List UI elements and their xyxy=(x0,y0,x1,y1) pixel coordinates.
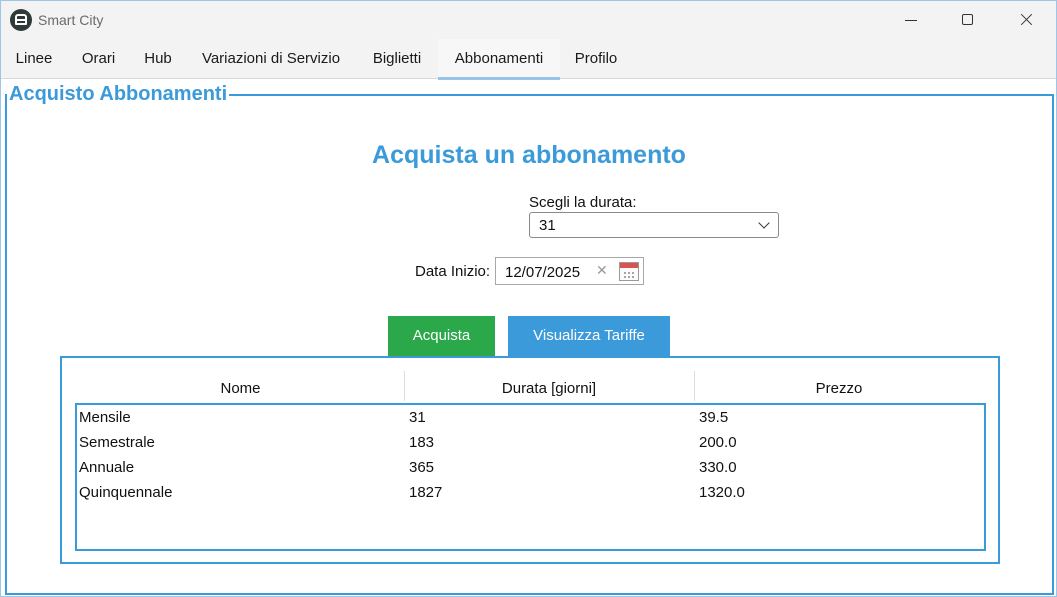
tab-abbonamenti[interactable]: Abbonamenti xyxy=(438,39,560,80)
cell-nome: Quinquennale xyxy=(79,484,173,501)
start-date-value: 12/07/2025 xyxy=(505,264,581,281)
tab-orari[interactable]: Orari xyxy=(67,39,130,79)
clear-date-icon[interactable]: ✕ xyxy=(596,262,608,279)
tab-linee[interactable]: Linee xyxy=(1,39,67,79)
view-rates-button[interactable]: Visualizza Tariffe xyxy=(508,316,670,356)
maximize-icon xyxy=(962,14,973,25)
cell-durata: 365 xyxy=(409,459,435,476)
cell-nome: Annuale xyxy=(79,459,135,476)
cell-prezzo: 330.0 xyxy=(699,459,737,476)
rates-table: Nome Durata [giorni] Prezzo Mensile 31 3… xyxy=(60,356,1000,564)
tab-variazioni-di-servizio[interactable]: Variazioni di Servizio xyxy=(186,39,356,79)
tab-profilo[interactable]: Profilo xyxy=(560,39,632,79)
buy-button[interactable]: Acquista xyxy=(388,316,495,356)
column-header-durata[interactable]: Durata [giorni] xyxy=(404,380,694,397)
close-button[interactable] xyxy=(1002,1,1048,39)
table-row[interactable]: Quinquennale 1827 1320.0 xyxy=(77,480,984,505)
page-heading: Acquista un abbonamento xyxy=(372,141,686,169)
app-window: Smart City Linee Orari Hub Variazioni di… xyxy=(0,0,1057,597)
column-header-prezzo[interactable]: Prezzo xyxy=(694,380,984,397)
window-title: Smart City xyxy=(38,12,104,28)
chevron-down-icon xyxy=(758,217,770,229)
duration-label: Scegli la durata: xyxy=(529,194,637,211)
panel-legend: Acquisto Abbonamenti xyxy=(7,83,230,106)
column-header-nome[interactable]: Nome xyxy=(77,380,404,397)
table-row[interactable]: Semestrale 183 200.0 xyxy=(77,430,984,455)
table-body: Mensile 31 39.5 Semestrale 183 200.0 Ann… xyxy=(75,403,986,551)
cell-prezzo: 1320.0 xyxy=(699,484,745,501)
table-row[interactable]: Annuale 365 330.0 xyxy=(77,455,984,480)
cell-durata: 31 xyxy=(409,409,426,426)
title-bar: Smart City xyxy=(1,1,1056,39)
duration-select[interactable]: 31 xyxy=(529,212,779,238)
minimize-icon xyxy=(905,20,917,21)
duration-select-value: 31 xyxy=(539,217,556,234)
tab-bar: Linee Orari Hub Variazioni di Servizio B… xyxy=(1,39,1056,80)
cell-prezzo: 39.5 xyxy=(699,409,729,426)
table-row[interactable]: Mensile 31 39.5 xyxy=(77,405,984,430)
cell-nome: Mensile xyxy=(79,409,131,426)
start-date-label: Data Inizio: xyxy=(415,263,491,280)
bus-app-icon xyxy=(10,9,32,31)
tab-biglietti[interactable]: Biglietti xyxy=(356,39,438,79)
cell-durata: 1827 xyxy=(409,484,443,501)
calendar-icon[interactable] xyxy=(619,262,639,281)
cell-nome: Semestrale xyxy=(79,434,155,451)
cell-prezzo: 200.0 xyxy=(699,434,737,451)
tab-hub[interactable]: Hub xyxy=(130,39,186,79)
cell-durata: 183 xyxy=(409,434,435,451)
start-date-picker[interactable]: 12/07/2025 ✕ xyxy=(495,257,644,285)
maximize-button[interactable] xyxy=(944,1,990,39)
minimize-button[interactable] xyxy=(888,1,934,39)
